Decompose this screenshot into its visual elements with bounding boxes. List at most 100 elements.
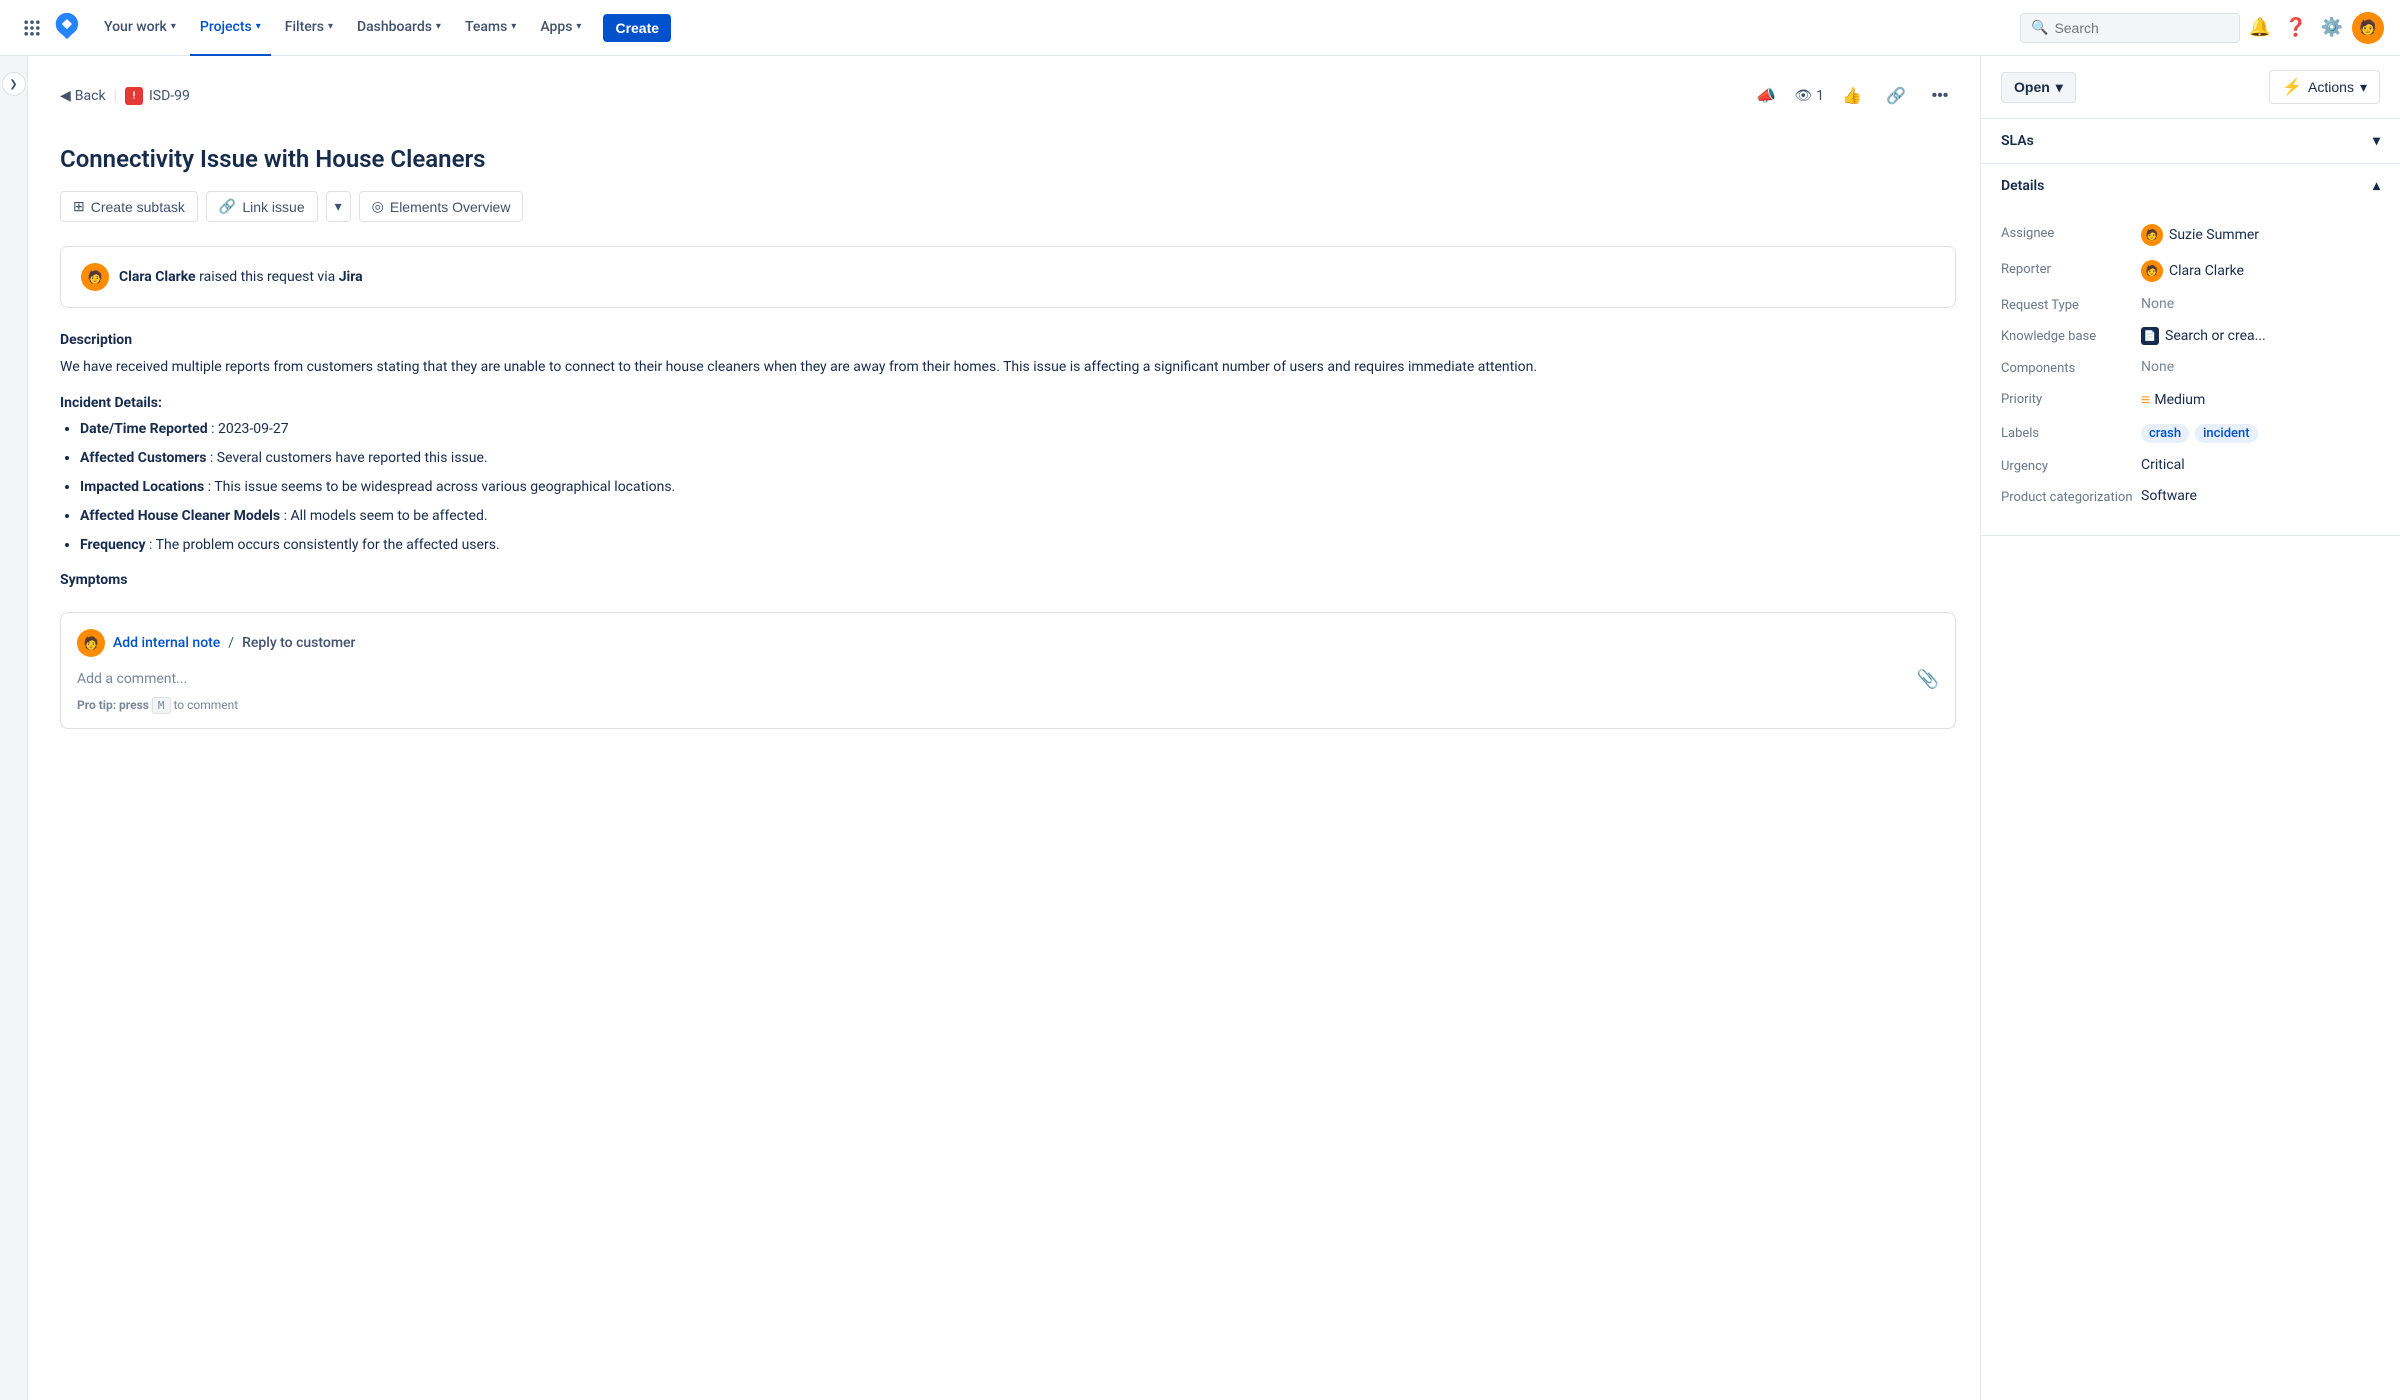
actions-button[interactable]: ⚡ Actions ▾: [2269, 70, 2380, 104]
create-subtask-button[interactable]: ⊞ Create subtask: [60, 191, 198, 222]
components-row: Components None: [2001, 359, 2380, 376]
reply-to-customer-tab[interactable]: Reply to customer: [242, 631, 355, 655]
search-box[interactable]: 🔍: [2020, 13, 2240, 43]
knowledge-base-row: Knowledge base 📄 Search or crea...: [2001, 327, 2380, 345]
back-arrow-icon: ◀: [60, 88, 71, 104]
labels-row: Labels crash incident: [2001, 424, 2380, 443]
incident-title: Incident Details:: [60, 395, 1956, 411]
projects-chevron: ▾: [256, 21, 261, 32]
product-cat-row: Product categorization Software: [2001, 488, 2380, 505]
reporter-avatar: 🧑: [81, 263, 109, 291]
apps-menu-button[interactable]: [16, 12, 48, 44]
elements-overview-button[interactable]: ◎ Elements Overview: [359, 191, 524, 222]
issue-title: Connectivity Issue with House Cleaners: [60, 144, 1956, 175]
search-icon: 🔍: [2031, 20, 2048, 36]
nav-your-work[interactable]: Your work ▾: [94, 0, 186, 56]
more-toolbar-button[interactable]: ▾: [326, 191, 351, 222]
status-button[interactable]: Open ▾: [2001, 72, 2076, 103]
nav-teams[interactable]: Teams ▾: [455, 0, 526, 56]
shortcut-key: M: [152, 697, 171, 714]
eye-icon: 👁: [1794, 88, 1812, 104]
right-panel-header: Open ▾ ⚡ Actions ▾: [1981, 56, 2400, 119]
right-panel: Open ▾ ⚡ Actions ▾ SLAs ▾ Details ▴: [1980, 56, 2400, 1400]
description-section: Description We have received multiple re…: [60, 332, 1956, 587]
actions-chevron-icon: ▾: [2360, 79, 2367, 96]
comment-header: 🧑 Add internal note / Reply to customer: [77, 629, 1939, 657]
lightning-icon: ⚡: [2282, 77, 2302, 97]
product-cat-value[interactable]: Software: [2141, 488, 2197, 504]
details-section: Details ▴ Assignee 🧑 Suzie Summer Report…: [1981, 164, 2400, 536]
collapse-sidebar-button[interactable]: ❯: [2, 72, 26, 96]
back-button[interactable]: ◀ Back: [60, 88, 106, 104]
filters-chevron: ▾: [328, 21, 333, 32]
settings-button[interactable]: ⚙️: [2316, 12, 2348, 44]
details-grid: Assignee 🧑 Suzie Summer Reporter 🧑 Clara…: [1981, 208, 2400, 535]
urgency-value[interactable]: Critical: [2141, 457, 2185, 473]
more-options-button[interactable]: •••: [1924, 80, 1956, 112]
comment-input-row: Add a comment... 📎: [77, 669, 1939, 690]
list-item: Date/Time Reported : 2023-09-27: [80, 419, 1956, 440]
list-item: Impacted Locations : This issue seems to…: [80, 477, 1956, 498]
your-work-chevron: ▾: [171, 21, 176, 32]
issue-toolbar: ⊞ Create subtask 🔗 Link issue ▾ ◎ Elemen…: [60, 191, 1956, 222]
request-type-value[interactable]: None: [2141, 296, 2174, 312]
request-type-row: Request Type None: [2001, 296, 2380, 313]
notifications-button[interactable]: 🔔: [2244, 12, 2276, 44]
details-chevron-icon: ▴: [2373, 178, 2380, 194]
page-layout: ❯ ◀ Back | ! ISD-99 📣 👁 1: [0, 56, 2400, 1400]
link-icon: 🔗: [219, 198, 236, 215]
assignee-row: Assignee 🧑 Suzie Summer: [2001, 224, 2380, 246]
nav-dashboards[interactable]: Dashboards ▾: [347, 0, 451, 56]
apps-chevron: ▾: [576, 21, 581, 32]
reporter-name: Clara Clarke: [119, 269, 196, 285]
notify-button[interactable]: 📣: [1750, 80, 1782, 112]
sidebar-toggle[interactable]: ❯: [0, 56, 28, 1400]
elements-icon: ◎: [372, 198, 384, 215]
nav-projects[interactable]: Projects ▾: [190, 0, 271, 56]
assignee-avatar: 🧑: [2141, 224, 2163, 246]
search-input[interactable]: [2054, 20, 2229, 36]
teams-chevron: ▾: [511, 21, 516, 32]
description-title: Description: [60, 332, 1956, 348]
details-section-header[interactable]: Details ▴: [1981, 164, 2400, 208]
nav-filters[interactable]: Filters ▾: [275, 0, 343, 56]
sla-section-header[interactable]: SLAs ▾: [1981, 119, 2400, 163]
create-button[interactable]: Create: [603, 14, 671, 42]
reporter-detail-name[interactable]: Clara Clarke: [2169, 263, 2244, 279]
comment-area: 🧑 Add internal note / Reply to customer …: [60, 612, 1956, 729]
link-issue-button[interactable]: 🔗 Link issue: [206, 191, 318, 222]
pro-tip-text: Pro tip: press M to comment: [77, 698, 1939, 712]
attach-file-button[interactable]: 📎: [1917, 669, 1939, 690]
nav-apps[interactable]: Apps ▾: [530, 0, 591, 56]
knowledge-base-value[interactable]: Search or crea...: [2165, 328, 2266, 344]
header-actions: 📣 👁 1 👍 🔗 •••: [1750, 80, 1956, 112]
label-crash[interactable]: crash: [2141, 424, 2189, 443]
priority-icon: ≡: [2141, 390, 2148, 410]
reporter-action-text: raised this request via: [199, 269, 339, 285]
sla-section: SLAs ▾: [1981, 119, 2400, 164]
components-value[interactable]: None: [2141, 359, 2174, 375]
add-internal-note-tab[interactable]: Add internal note: [113, 631, 220, 655]
comment-placeholder[interactable]: Add a comment...: [77, 671, 187, 687]
commenter-avatar: 🧑: [77, 629, 105, 657]
share-button[interactable]: 🔗: [1880, 80, 1912, 112]
reporter-row: Reporter 🧑 Clara Clarke: [2001, 260, 2380, 282]
help-button[interactable]: ❓: [2280, 12, 2312, 44]
thumbsup-button[interactable]: 👍: [1836, 80, 1868, 112]
reporter-via: Jira: [339, 269, 363, 285]
user-avatar[interactable]: 🧑: [2352, 12, 2384, 44]
breadcrumb: ◀ Back | ! ISD-99: [60, 87, 190, 105]
urgency-row: Urgency Critical: [2001, 457, 2380, 474]
label-incident[interactable]: incident: [2195, 424, 2258, 443]
status-chevron-icon: ▾: [2056, 79, 2063, 96]
list-item: Affected Customers : Several customers h…: [80, 448, 1956, 469]
list-item: Frequency : The problem occurs consisten…: [80, 535, 1956, 556]
main-content: ◀ Back | ! ISD-99 📣 👁 1 👍 🔗 •••: [28, 56, 1980, 1400]
top-navigation: Your work ▾ Projects ▾ Filters ▾ Dashboa…: [0, 0, 2400, 56]
subtask-icon: ⊞: [73, 198, 85, 215]
watch-button[interactable]: 👁 1: [1794, 88, 1824, 104]
assignee-name[interactable]: Suzie Summer: [2169, 227, 2259, 243]
breadcrumb-issue-link[interactable]: ! ISD-99: [125, 87, 190, 105]
jira-logo[interactable]: [52, 11, 82, 45]
priority-value[interactable]: Medium: [2154, 392, 2205, 408]
